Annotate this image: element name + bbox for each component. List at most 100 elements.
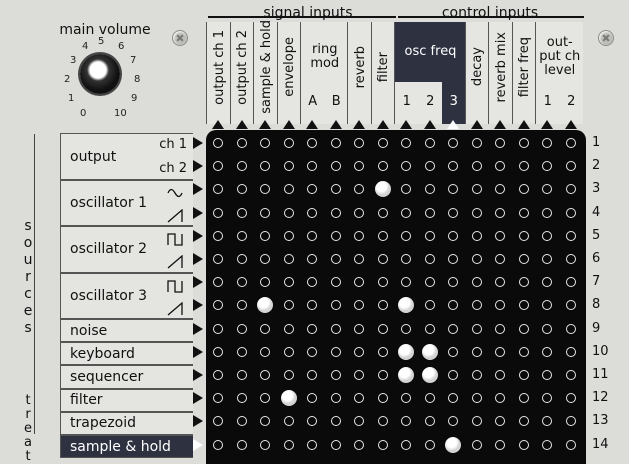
patch-hole[interactable]	[518, 277, 529, 288]
patch-hole[interactable]	[307, 323, 317, 334]
patch-hole[interactable]	[330, 346, 341, 357]
patch-hole[interactable]	[307, 300, 317, 311]
patch-hole[interactable]	[448, 161, 458, 172]
patch-hole[interactable]	[236, 370, 247, 380]
patch-hole[interactable]	[283, 416, 294, 427]
patch-hole[interactable]	[354, 439, 364, 450]
patch-hole[interactable]	[495, 184, 505, 195]
patch-hole[interactable]	[354, 370, 364, 380]
patch-hole[interactable]	[542, 416, 552, 427]
patch-hole[interactable]	[307, 346, 317, 357]
patch-hole[interactable]	[542, 346, 552, 357]
patch-hole[interactable]	[236, 346, 247, 357]
patch-hole[interactable]	[213, 161, 223, 172]
patch-hole[interactable]	[565, 161, 576, 172]
patch-hole[interactable]	[471, 230, 482, 241]
patch-hole[interactable]	[330, 439, 341, 450]
patch-hole[interactable]	[330, 393, 341, 404]
patch-hole[interactable]	[424, 300, 435, 311]
patch-hole[interactable]	[471, 370, 482, 380]
patch-hole[interactable]	[307, 439, 317, 450]
source-item[interactable]: oscillator 1	[60, 179, 193, 227]
patch-hole[interactable]	[518, 439, 529, 450]
patch-hole[interactable]	[401, 439, 411, 450]
patch-hole[interactable]	[424, 230, 435, 241]
column-header[interactable]: filter freq	[511, 22, 537, 124]
patch-hole[interactable]	[377, 138, 388, 148]
patch-hole[interactable]	[330, 161, 341, 172]
patch-hole[interactable]	[330, 138, 341, 148]
patch-hole[interactable]	[354, 254, 364, 264]
patch-hole[interactable]	[401, 277, 411, 288]
column-header[interactable]: reverb	[347, 22, 372, 124]
patch-hole[interactable]	[424, 416, 435, 427]
patch-hole[interactable]	[236, 439, 247, 450]
patch-hole[interactable]	[377, 161, 388, 172]
source-item[interactable]: oscillator 3	[60, 272, 193, 319]
patch-hole[interactable]	[354, 416, 364, 427]
patch-hole[interactable]	[236, 230, 247, 241]
patch-hole[interactable]	[495, 323, 505, 334]
patch-hole[interactable]	[236, 184, 247, 195]
patch-hole[interactable]	[518, 230, 529, 241]
column-header[interactable]: osc freq 1 2 3	[394, 22, 466, 124]
patch-hole[interactable]	[330, 370, 341, 380]
patch-hole[interactable]	[354, 393, 364, 404]
patch-hole[interactable]	[495, 416, 505, 427]
patch-hole[interactable]	[213, 346, 223, 357]
patch-hole[interactable]	[495, 393, 505, 404]
patch-hole[interactable]	[236, 416, 247, 427]
patch-hole[interactable]	[377, 207, 388, 218]
patch-hole[interactable]	[495, 138, 505, 148]
patch-hole[interactable]	[213, 207, 223, 218]
patch-hole[interactable]	[401, 393, 411, 404]
patch-hole[interactable]	[260, 277, 270, 288]
patch-hole[interactable]	[424, 439, 435, 450]
patch-pin[interactable]	[280, 390, 297, 407]
patch-pin[interactable]	[421, 343, 438, 360]
patch-hole[interactable]	[471, 323, 482, 334]
patch-hole[interactable]	[471, 300, 482, 311]
patch-hole[interactable]	[377, 300, 388, 311]
patch-hole[interactable]	[283, 161, 294, 172]
patch-hole[interactable]	[448, 300, 458, 311]
patch-hole[interactable]	[495, 161, 505, 172]
patch-hole[interactable]	[542, 277, 552, 288]
patch-hole[interactable]	[236, 300, 247, 311]
patch-hole[interactable]	[283, 277, 294, 288]
patch-hole[interactable]	[471, 254, 482, 264]
patch-hole[interactable]	[377, 254, 388, 264]
patch-hole[interactable]	[448, 184, 458, 195]
source-item[interactable]: sample & hold	[60, 435, 193, 459]
patch-hole[interactable]	[565, 230, 576, 241]
patch-hole[interactable]	[471, 207, 482, 218]
patch-hole[interactable]	[401, 254, 411, 264]
patch-hole[interactable]	[283, 207, 294, 218]
patch-hole[interactable]	[260, 184, 270, 195]
patch-hole[interactable]	[542, 393, 552, 404]
patch-hole[interactable]	[260, 370, 270, 380]
patch-hole[interactable]	[448, 370, 458, 380]
patch-hole[interactable]	[565, 416, 576, 427]
patch-hole[interactable]	[354, 138, 364, 148]
patch-hole[interactable]	[260, 207, 270, 218]
patch-hole[interactable]	[542, 184, 552, 195]
patch-hole[interactable]	[471, 346, 482, 357]
patch-hole[interactable]	[283, 439, 294, 450]
source-item[interactable]: keyboard	[60, 342, 193, 366]
patch-hole[interactable]	[354, 230, 364, 241]
patch-hole[interactable]	[471, 161, 482, 172]
patch-hole[interactable]	[307, 230, 317, 241]
patch-hole[interactable]	[377, 439, 388, 450]
patch-hole[interactable]	[495, 370, 505, 380]
patch-hole[interactable]	[518, 254, 529, 264]
patch-hole[interactable]	[283, 254, 294, 264]
column-header[interactable]: sample & hold	[253, 20, 278, 124]
patch-hole[interactable]	[354, 207, 364, 218]
patch-hole[interactable]	[495, 300, 505, 311]
patch-hole[interactable]	[542, 230, 552, 241]
patch-hole[interactable]	[471, 138, 482, 148]
patch-hole[interactable]	[213, 439, 223, 450]
patch-hole[interactable]	[260, 439, 270, 450]
patch-hole[interactable]	[565, 254, 576, 264]
